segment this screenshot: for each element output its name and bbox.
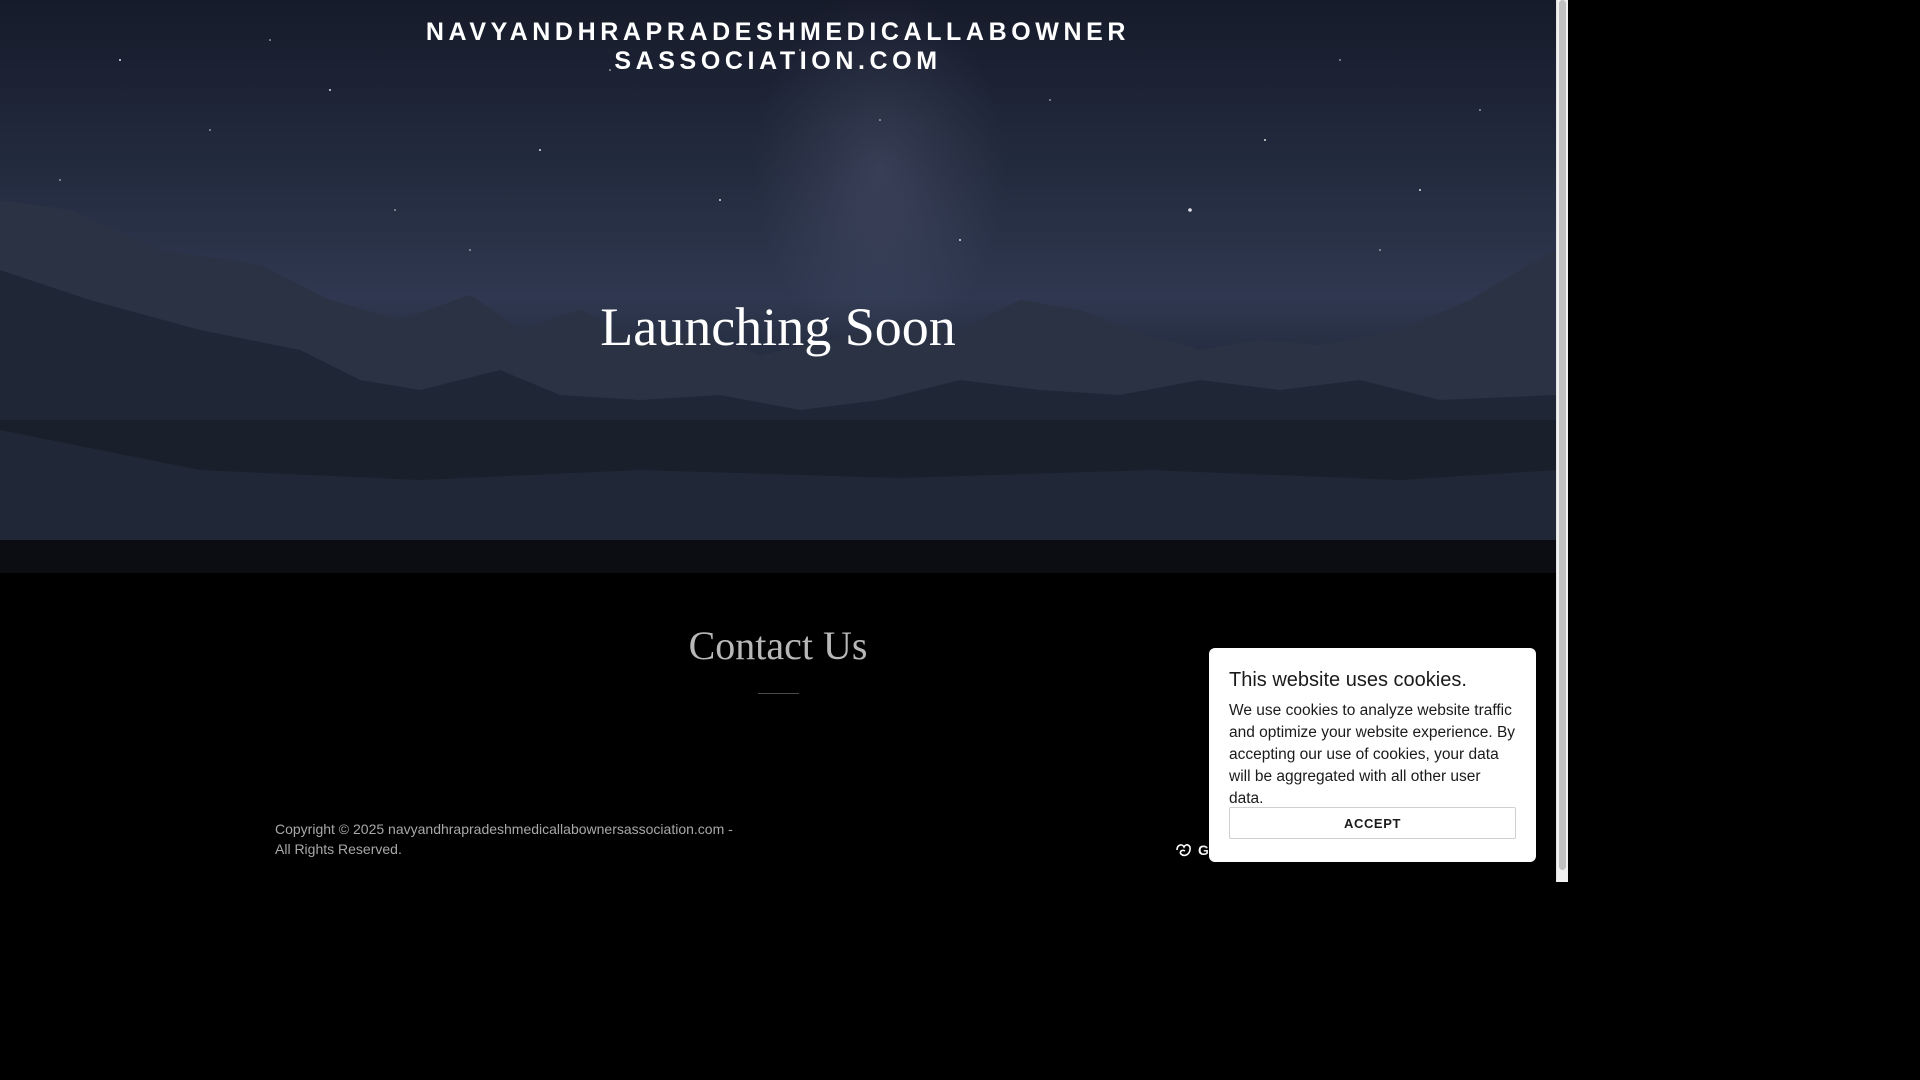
scrollbar-thumb[interactable] (1559, 0, 1566, 870)
hero-heading: Launching Soon (600, 297, 956, 357)
scrollbar[interactable] (1556, 0, 1568, 882)
cookie-text: We use cookies to analyze website traffi… (1229, 702, 1516, 807)
cookie-banner: This website uses cookies. We use cookie… (1209, 648, 1536, 862)
accept-cookies-button[interactable]: ACCEPT (1229, 807, 1516, 839)
section-divider (758, 693, 799, 694)
copyright-text: Copyright © 2025 navyandhrapradeshmedica… (275, 821, 733, 857)
site-title[interactable]: NAVYANDHRAPRADESHMEDICALLABOWNERSASSOCIA… (420, 18, 1136, 76)
brand-logo-icon (1176, 844, 1191, 857)
hero-section: NAVYANDHRAPRADESHMEDICALLABOWNERSASSOCIA… (0, 0, 1556, 573)
night-mountain-lake-image (0, 39, 1556, 573)
cookie-title: This website uses cookies. (1229, 669, 1467, 691)
